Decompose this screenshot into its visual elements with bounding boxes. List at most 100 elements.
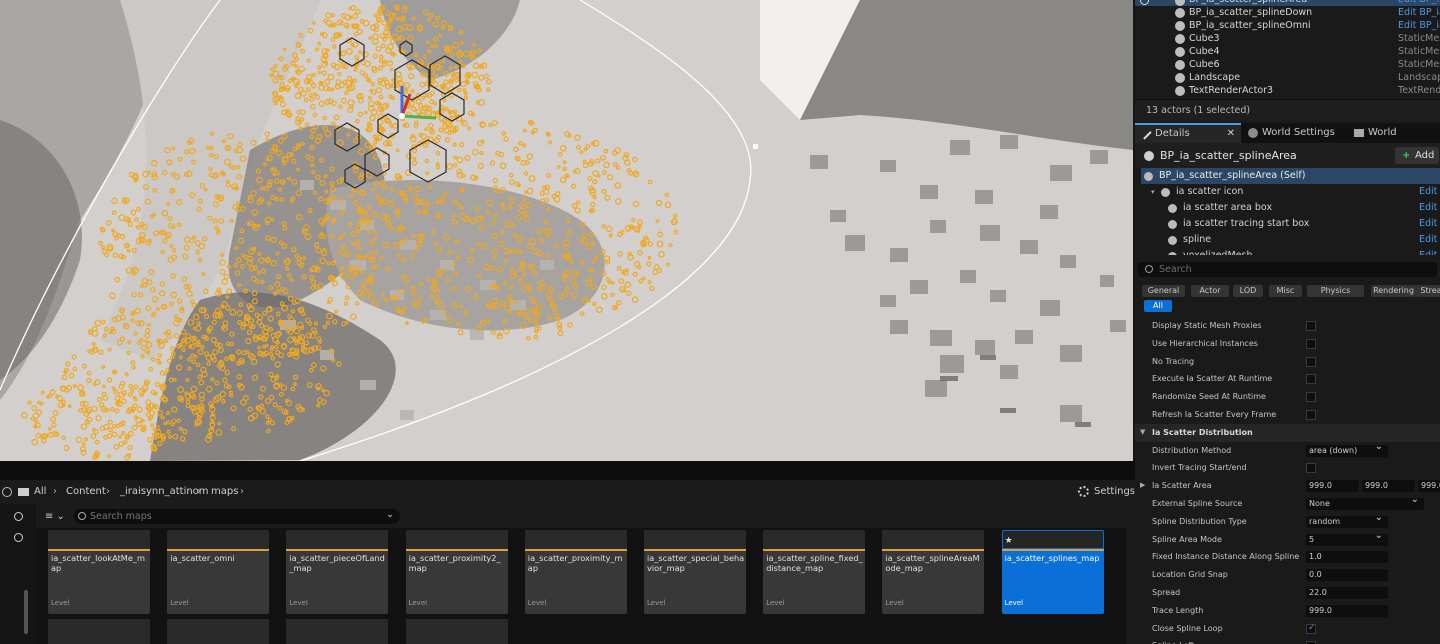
edit-component-link[interactable]: Edit i bbox=[1419, 232, 1440, 248]
component-row[interactable]: voxelizedMesh Edit i bbox=[1135, 248, 1440, 255]
property-checkbox[interactable] bbox=[1306, 392, 1316, 403]
asset-tile[interactable]: ia_scatter_proximity_map Level bbox=[524, 530, 627, 614]
filter-button[interactable]: ≡ ⌄ bbox=[45, 509, 69, 524]
property-checkbox[interactable] bbox=[1306, 321, 1316, 331]
tab-details[interactable]: Details ✕ bbox=[1135, 123, 1241, 143]
globe-icon bbox=[1248, 128, 1258, 138]
edit-component-link[interactable]: Edit i bbox=[1419, 248, 1440, 255]
asset-tile[interactable]: ia_scatter_omni Level bbox=[167, 530, 270, 614]
property-dropdown[interactable]: None bbox=[1306, 494, 1424, 510]
outliner-row[interactable]: Cube4 StaticMesh bbox=[1135, 45, 1440, 58]
panel-splitter[interactable] bbox=[0, 461, 1135, 480]
component-row[interactable]: ia scatter tracing start box Edit i bbox=[1135, 216, 1440, 232]
chevron-right-icon[interactable]: ▶ bbox=[1140, 477, 1145, 495]
filter-all[interactable]: All bbox=[1144, 300, 1172, 312]
property-dropdown[interactable]: 5 bbox=[1306, 530, 1388, 546]
edit-component-link[interactable]: Edit i bbox=[1419, 200, 1440, 216]
asset-tile-placeholder[interactable] bbox=[286, 619, 389, 644]
asset-tile[interactable]: ia_scatter_lookAtMe_map Level bbox=[48, 530, 150, 614]
asset-tile[interactable]: ia_scatter_spline_fixed_distance_map Leve… bbox=[763, 530, 866, 614]
vector-field[interactable]: 999.0 bbox=[1418, 480, 1440, 493]
outliner-row[interactable]: BP_ia_scatter_splineOmni Edit BP_ia bbox=[1135, 19, 1440, 32]
filter-lod[interactable]: LOD bbox=[1233, 285, 1263, 297]
component-row[interactable]: BP_ia_scatter_splineArea (Self) bbox=[1141, 168, 1440, 184]
viewport-scene bbox=[0, 0, 1133, 461]
eye-icon[interactable] bbox=[1140, 0, 1149, 5]
property-checkbox[interactable] bbox=[1306, 338, 1316, 349]
search-icon[interactable] bbox=[14, 533, 23, 542]
asset-tile[interactable]: ia_scatter_proximity2_map Level bbox=[405, 530, 508, 614]
asset-thumbnail bbox=[167, 530, 270, 549]
asset-tile-placeholder[interactable] bbox=[405, 619, 508, 644]
vector-field[interactable]: 999.0 bbox=[1306, 480, 1359, 493]
filter-general[interactable]: General bbox=[1142, 285, 1185, 297]
component-row[interactable]: ia scatter area box Edit i bbox=[1135, 200, 1440, 216]
property-checkbox[interactable] bbox=[1306, 620, 1316, 637]
asset-type-bar bbox=[405, 549, 508, 551]
filter-rendering[interactable]: Rendering bbox=[1371, 285, 1416, 297]
component-name: BP_ia_scatter_splineArea (Self) bbox=[1159, 170, 1306, 181]
edit-component-link[interactable]: Edit i bbox=[1419, 184, 1440, 200]
property-number-field[interactable]: 999.0 bbox=[1306, 604, 1388, 617]
details-search-input[interactable]: Search bbox=[1138, 262, 1437, 277]
property-checkbox[interactable] bbox=[1306, 463, 1316, 474]
property-dropdown[interactable]: random bbox=[1306, 512, 1388, 528]
filter-strea[interactable]: Strea bbox=[1416, 285, 1440, 297]
level-viewport[interactable] bbox=[0, 0, 1133, 461]
vector-field[interactable]: 999.0 bbox=[1362, 480, 1415, 493]
outliner-row[interactable]: Cube6 StaticMesh bbox=[1135, 58, 1440, 71]
property-checkbox[interactable] bbox=[1306, 374, 1316, 385]
chevron-down-icon[interactable]: ▾ bbox=[1151, 184, 1155, 200]
filter-physics[interactable]: Physics bbox=[1307, 285, 1364, 297]
sidebar-scrollbar[interactable] bbox=[24, 590, 28, 634]
breadcrumb-folder[interactable]: _iraisynn_attinom bbox=[120, 480, 209, 504]
tab-world-settings[interactable]: World Settings bbox=[1242, 123, 1347, 143]
asset-tile-placeholder[interactable] bbox=[167, 619, 270, 644]
asset-tile[interactable]: ia_scatter_special_behavior_map Level bbox=[644, 530, 746, 614]
outliner-row-type[interactable]: Edit BP_ia bbox=[1398, 19, 1440, 32]
content-browser: All › Content › _iraisynn_attinom › maps… bbox=[0, 480, 1135, 644]
asset-tile[interactable]: ★ ia_scatter_splines_map Level bbox=[1001, 530, 1104, 614]
property-checkbox[interactable] bbox=[1306, 409, 1316, 420]
outliner-row[interactable]: Landscape Landscape bbox=[1135, 71, 1440, 84]
search-input[interactable]: Search maps ⌄ bbox=[74, 509, 400, 524]
component-row[interactable]: spline Edit i bbox=[1135, 232, 1440, 248]
asset-name: ia_scatter_proximity_map bbox=[527, 553, 623, 573]
asset-tile[interactable]: ia_scatter_splineAreaMode_map Level bbox=[882, 530, 985, 614]
property-checkbox[interactable] bbox=[1306, 356, 1316, 367]
asset-thumbnail bbox=[644, 530, 746, 549]
property-number-field[interactable]: 0.0 bbox=[1306, 569, 1388, 582]
search-icon[interactable] bbox=[14, 512, 23, 521]
outliner-row[interactable]: BP_ia_scatter_splineDown Edit BP_ia bbox=[1135, 6, 1440, 19]
property-dropdown[interactable]: area (down) bbox=[1306, 441, 1388, 457]
property-number-field[interactable]: 1.0 bbox=[1306, 551, 1388, 564]
filter-actor[interactable]: Actor bbox=[1191, 285, 1229, 297]
tab-world-partition[interactable]: World Partition bbox=[1348, 123, 1440, 158]
outliner-row[interactable]: Cube3 StaticMesh bbox=[1135, 32, 1440, 45]
asset-tile[interactable]: ia_scatter_pieceOfLand_map Level bbox=[286, 530, 389, 614]
breadcrumb-maps[interactable]: maps bbox=[211, 480, 238, 504]
settings-button[interactable]: Settings bbox=[1094, 480, 1135, 504]
edit-component-link[interactable]: Edit i bbox=[1419, 216, 1440, 232]
outliner-row-type[interactable]: Edit BP_ia bbox=[1398, 6, 1440, 19]
breadcrumb-all[interactable]: All bbox=[34, 480, 46, 504]
breadcrumb-content[interactable]: Content bbox=[66, 480, 106, 504]
star-icon[interactable]: ★ bbox=[1005, 536, 1013, 546]
property-row: Fixed Instance Distance Along Spline 1.0 bbox=[1135, 548, 1440, 566]
filter-icon: ≡ bbox=[45, 511, 54, 522]
outliner-row[interactable]: TextRenderActor3 TextRende bbox=[1135, 84, 1440, 97]
property-value: None bbox=[1309, 498, 1330, 508]
property-category[interactable]: ▼ Ia Scatter Distribution bbox=[1135, 423, 1440, 442]
details-tabbar: Details ✕ World Settings World Partition bbox=[1135, 123, 1440, 158]
actor-name[interactable]: BP_ia_scatter_splineArea bbox=[1160, 149, 1297, 162]
close-icon[interactable]: ✕ bbox=[1227, 125, 1235, 142]
component-row[interactable]: ▾ ia scatter icon Edit i bbox=[1135, 184, 1440, 200]
settings-icon[interactable] bbox=[1078, 486, 1089, 497]
property-number-field[interactable]: 22.0 bbox=[1306, 586, 1388, 599]
folder-icon[interactable] bbox=[18, 488, 29, 496]
chevron-down-icon[interactable]: ⌄ bbox=[386, 507, 394, 522]
filter-misc[interactable]: Misc bbox=[1269, 285, 1302, 297]
history-icon[interactable] bbox=[2, 487, 12, 497]
asset-tile-placeholder[interactable] bbox=[48, 619, 150, 644]
add-component-button[interactable]: + Add bbox=[1395, 147, 1439, 164]
